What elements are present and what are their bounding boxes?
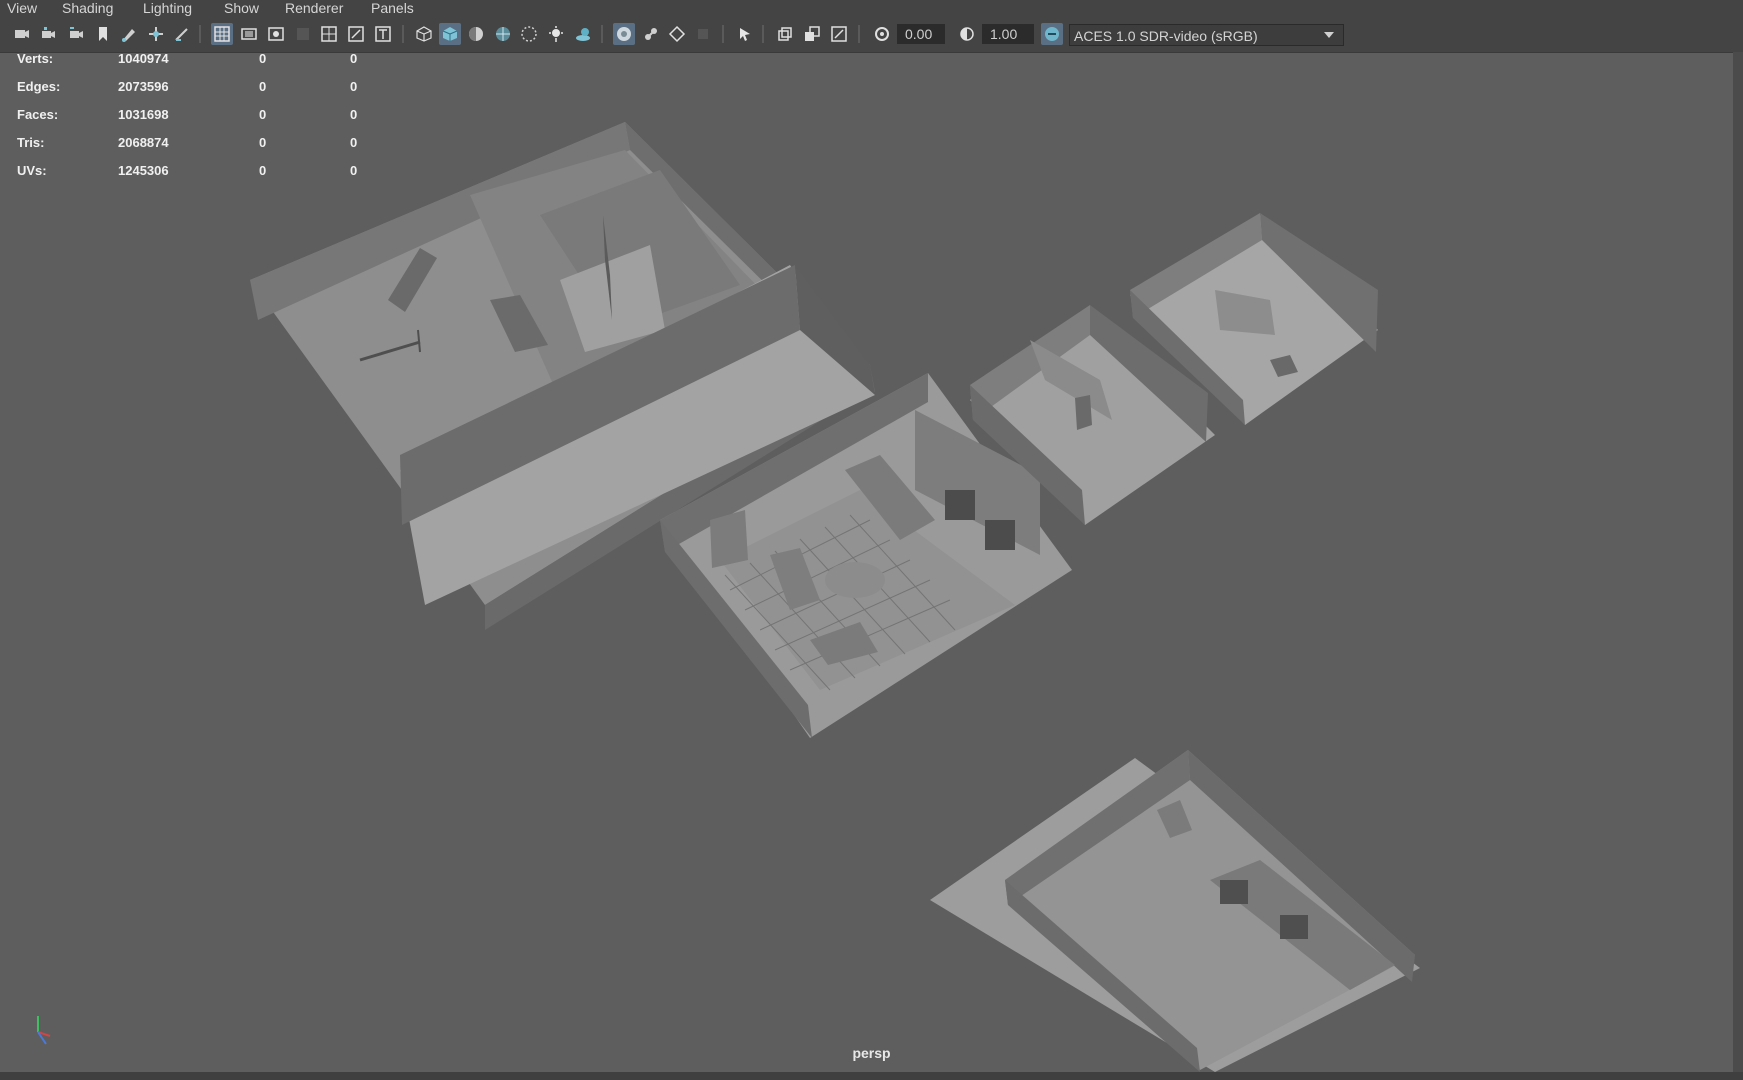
- hud-label: UVs:: [17, 163, 47, 178]
- film-gate-icon[interactable]: [238, 23, 260, 45]
- panel-border: [0, 1072, 1743, 1080]
- dropdown-arrow-icon[interactable]: [1319, 25, 1339, 45]
- backface-culling-icon[interactable]: [734, 23, 756, 45]
- xray-joints-icon[interactable]: [640, 23, 662, 45]
- hud-value-scene: 2068874: [118, 135, 169, 150]
- grid-icon[interactable]: [211, 23, 233, 45]
- gamma-field[interactable]: 1.00: [982, 24, 1034, 44]
- scene-render: [250, 122, 1420, 1072]
- field-chart-icon[interactable]: [318, 23, 340, 45]
- exposure-field[interactable]: 0.00: [897, 24, 945, 44]
- camera-pan-icon[interactable]: [65, 23, 87, 45]
- menu-lighting[interactable]: Lighting: [143, 0, 192, 17]
- hud-value-component: 0: [350, 107, 358, 122]
- gamma-icon[interactable]: [956, 23, 978, 45]
- menu-view[interactable]: View: [7, 0, 37, 17]
- hud-label: Tris:: [17, 135, 45, 150]
- use-all-lights-icon[interactable]: [545, 23, 567, 45]
- motion-blur-icon[interactable]: [801, 23, 823, 45]
- menu-renderer[interactable]: Renderer: [285, 0, 343, 17]
- two-d-pan-icon[interactable]: [171, 23, 193, 45]
- safe-title-icon[interactable]: [372, 23, 394, 45]
- safe-action-icon[interactable]: [345, 23, 367, 45]
- hud-value-scene: 1040974: [118, 51, 169, 66]
- hud-value-selected: 0: [259, 51, 267, 66]
- colorspace-label: ACES 1.0 SDR-video (sRGB): [1074, 28, 1258, 44]
- hud-value-selected: 0: [259, 135, 267, 150]
- building-bottom-right: [930, 750, 1420, 1072]
- menu-show[interactable]: Show: [224, 0, 259, 17]
- hud-value-component: 0: [350, 135, 358, 150]
- menu-shading[interactable]: Shading: [62, 0, 113, 17]
- bookmark-icon[interactable]: [92, 23, 114, 45]
- wireframe-on-shaded-icon[interactable]: [492, 23, 514, 45]
- hud-label: Faces:: [17, 107, 59, 122]
- hud-label: Verts:: [17, 51, 54, 66]
- 3d-viewport[interactable]: [0, 52, 1743, 1072]
- hud-label: Edges:: [17, 79, 61, 94]
- panel-border: [1733, 52, 1743, 1072]
- default-material-icon[interactable]: [465, 23, 487, 45]
- hud-value-component: 0: [350, 163, 358, 178]
- camera-attributes-icon[interactable]: [38, 23, 60, 45]
- isolate-select-icon[interactable]: [692, 23, 714, 45]
- camera-select-icon[interactable]: [11, 23, 33, 45]
- image-plane-icon[interactable]: [145, 23, 167, 45]
- smooth-shade-icon[interactable]: [439, 23, 461, 45]
- hud-value-scene: 1031698: [118, 107, 169, 122]
- menu-panels[interactable]: Panels: [371, 0, 414, 17]
- wireframe-icon[interactable]: [413, 23, 435, 45]
- shadows-icon[interactable]: [572, 23, 594, 45]
- hud-value-selected: 0: [259, 79, 267, 94]
- hud-value-selected: 0: [259, 163, 267, 178]
- hud-value-component: 0: [350, 79, 358, 94]
- grease-pencil-icon[interactable]: [118, 23, 140, 45]
- hud-value-component: 0: [350, 51, 358, 66]
- camera-name-label: persp: [852, 1045, 891, 1061]
- xray-active-icon[interactable]: [666, 23, 688, 45]
- panel-toolbar: 0.00 1.00 ACES 1.0 SDR-video (sRGB): [0, 17, 1743, 53]
- exposure-icon[interactable]: [871, 23, 893, 45]
- hud-value-scene: 2073596: [118, 79, 169, 94]
- hud-value-scene: 1245306: [118, 163, 169, 178]
- xray-icon[interactable]: [613, 23, 635, 45]
- panel-menu-bar: View Shading Lighting Show Renderer Pane…: [0, 0, 1743, 17]
- colorspace-dropdown[interactable]: ACES 1.0 SDR-video (sRGB): [1069, 24, 1344, 46]
- gate-mask-icon[interactable]: [292, 23, 314, 45]
- axis-gizmo-icon: [22, 1008, 62, 1048]
- hud-value-selected: 0: [259, 107, 267, 122]
- textured-icon[interactable]: [518, 23, 540, 45]
- resolution-gate-icon[interactable]: [265, 23, 287, 45]
- color-management-icon[interactable]: [1041, 23, 1063, 45]
- screen-space-ao-icon[interactable]: [774, 23, 796, 45]
- maya-viewport-panel: View Shading Lighting Show Renderer Pane…: [0, 0, 1743, 1080]
- multisample-aa-icon[interactable]: [828, 23, 850, 45]
